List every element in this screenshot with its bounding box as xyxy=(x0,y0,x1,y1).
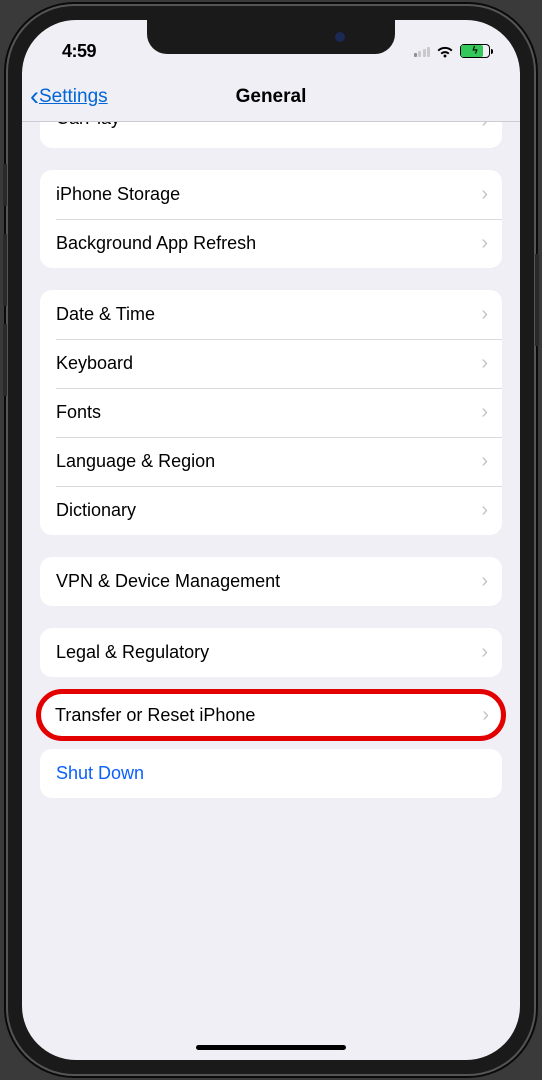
row-carplay[interactable]: CarPlay › xyxy=(40,122,502,148)
status-time: 4:59 xyxy=(50,41,96,62)
row-label: Date & Time xyxy=(56,304,481,325)
chevron-right-icon: › xyxy=(481,450,488,473)
chevron-right-icon: › xyxy=(481,303,488,326)
row-background-app-refresh[interactable]: Background App Refresh › xyxy=(40,219,502,268)
row-label: Fonts xyxy=(56,402,481,423)
row-label: CarPlay xyxy=(56,122,481,129)
row-label: Shut Down xyxy=(56,763,486,784)
screen: 4:59 ϟ ‹ Settings General xyxy=(22,20,520,1060)
row-label: VPN & Device Management xyxy=(56,571,481,592)
volume-down-button xyxy=(3,324,7,396)
row-label: iPhone Storage xyxy=(56,184,481,205)
chevron-right-icon: › xyxy=(481,232,488,255)
row-label: Background App Refresh xyxy=(56,233,481,254)
row-transfer-or-reset[interactable]: Transfer or Reset iPhone › xyxy=(36,689,506,741)
notch xyxy=(147,20,395,54)
settings-group-5: Shut Down xyxy=(40,749,502,798)
row-iphone-storage[interactable]: iPhone Storage › xyxy=(40,170,502,219)
status-icons: ϟ xyxy=(414,44,493,58)
row-label: Transfer or Reset iPhone xyxy=(55,705,482,726)
row-date-time[interactable]: Date & Time › xyxy=(40,290,502,339)
charging-icon: ϟ xyxy=(472,46,477,57)
settings-group-1: iPhone Storage › Background App Refresh … xyxy=(40,170,502,268)
chevron-left-icon: ‹ xyxy=(30,83,39,110)
settings-content: CarPlay › iPhone Storage › Background Ap… xyxy=(22,122,520,798)
camera-dot xyxy=(335,32,345,42)
power-button xyxy=(535,254,539,346)
row-vpn-device-management[interactable]: VPN & Device Management › xyxy=(40,557,502,606)
wifi-icon xyxy=(436,45,454,58)
row-dictionary[interactable]: Dictionary › xyxy=(40,486,502,535)
settings-group-4: Legal & Regulatory › xyxy=(40,628,502,677)
settings-group-3: VPN & Device Management › xyxy=(40,557,502,606)
settings-group-2: Date & Time › Keyboard › Fonts › Languag… xyxy=(40,290,502,535)
row-label: Dictionary xyxy=(56,500,481,521)
back-button[interactable]: ‹ Settings xyxy=(30,83,108,110)
chevron-right-icon: › xyxy=(481,122,488,133)
row-label: Legal & Regulatory xyxy=(56,642,481,663)
cellular-icon xyxy=(414,45,431,57)
chevron-right-icon: › xyxy=(481,499,488,522)
phone-frame: 4:59 ϟ ‹ Settings General xyxy=(6,4,536,1076)
chevron-right-icon: › xyxy=(481,183,488,206)
row-legal-regulatory[interactable]: Legal & Regulatory › xyxy=(40,628,502,677)
chevron-right-icon: › xyxy=(482,704,489,727)
row-shut-down[interactable]: Shut Down xyxy=(40,749,502,798)
navigation-bar: ‹ Settings General xyxy=(22,72,520,122)
settings-group-0: CarPlay › xyxy=(40,122,502,148)
row-label: Keyboard xyxy=(56,353,481,374)
battery-icon: ϟ xyxy=(460,44,490,58)
volume-up-button xyxy=(3,234,7,306)
chevron-right-icon: › xyxy=(481,641,488,664)
chevron-right-icon: › xyxy=(481,401,488,424)
row-label: Language & Region xyxy=(56,451,481,472)
row-language-region[interactable]: Language & Region › xyxy=(40,437,502,486)
mute-switch xyxy=(3,164,7,206)
back-label: Settings xyxy=(39,86,108,108)
chevron-right-icon: › xyxy=(481,352,488,375)
chevron-right-icon: › xyxy=(481,570,488,593)
row-fonts[interactable]: Fonts › xyxy=(40,388,502,437)
row-keyboard[interactable]: Keyboard › xyxy=(40,339,502,388)
home-indicator[interactable] xyxy=(196,1045,346,1050)
